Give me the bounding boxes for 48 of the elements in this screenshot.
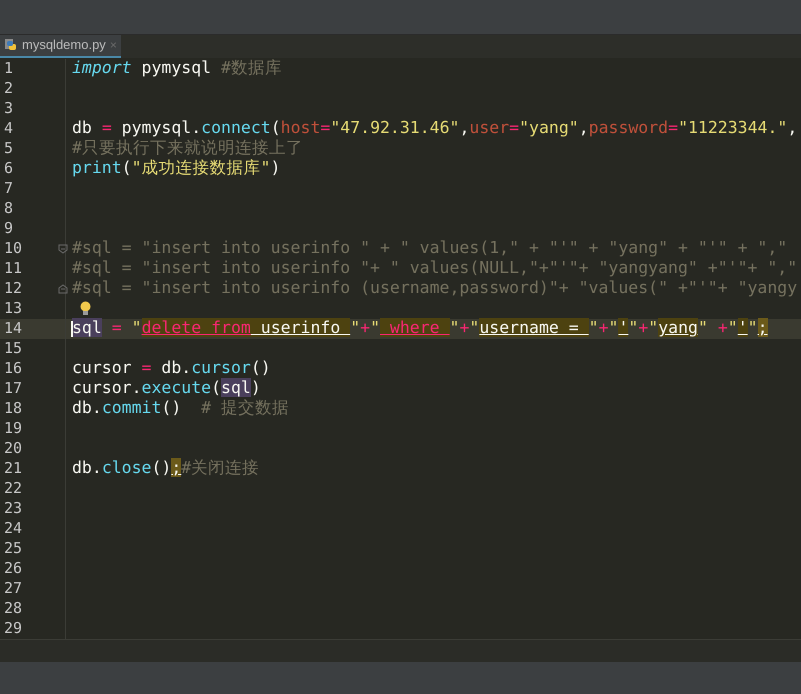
line-number: 8: [3, 198, 14, 220]
code-comment: #只要执行下来就说明连接上了: [72, 137, 303, 159]
line-number: 22: [3, 478, 22, 500]
code-comment: #sql = "insert into userinfo " + " values(1," + "'" + "yang" + "'" + ",": [72, 237, 788, 260]
line-number: 1: [3, 58, 14, 80]
line-number: 6: [3, 158, 14, 180]
line-number: 26: [3, 558, 22, 580]
line-number: 5: [3, 138, 14, 160]
fold-marker-icon[interactable]: [58, 284, 68, 294]
line-number: 15: [3, 338, 22, 360]
line-number: 12: [3, 278, 22, 300]
line-number: 3: [3, 98, 14, 120]
line-number: 13: [3, 298, 22, 320]
line-number: 2: [3, 78, 14, 100]
file-tab[interactable]: mysqldemo.py ×: [0, 34, 121, 58]
code-comment: #sql = "insert into userinfo "+ " values(NULL,"+"'"+ "yangyang" +"'"+ ",": [72, 257, 798, 280]
line-number: 25: [3, 538, 22, 560]
line-number: 16: [3, 358, 22, 380]
line-number: 29: [3, 618, 22, 640]
line-number: 27: [3, 578, 22, 600]
line-number: 24: [3, 518, 22, 540]
line-number: 7: [3, 178, 14, 200]
line-number: 9: [3, 218, 14, 240]
code-text: db.commit() # 提交数据: [72, 397, 290, 420]
line-number: 17: [3, 378, 22, 400]
lightbulb-icon[interactable]: [80, 300, 91, 316]
code-text: sql = "delete from userinfo "+" where "+"username = "+"'"+"yang" +"'";: [72, 317, 768, 340]
line-number: 14: [3, 318, 22, 340]
line-number: 21: [3, 458, 22, 480]
line-number: 20: [3, 438, 22, 460]
text-caret: [71, 320, 73, 336]
line-number: 19: [3, 418, 22, 440]
line-number: 10: [3, 238, 22, 260]
code-comment: #sql = "insert into userinfo (username,password)"+ "values(" +"'"+ "yangy: [72, 277, 798, 300]
code-text: db.close();#关闭连接: [72, 457, 260, 480]
code-text: cursor = db.cursor(): [72, 357, 271, 380]
code-text: print("成功连接数据库"): [72, 157, 280, 180]
python-file-icon: [4, 38, 18, 52]
line-number: 23: [3, 498, 22, 520]
code-text: import pymysql #数据库: [72, 57, 282, 80]
code-text: cursor.execute(sql): [72, 377, 261, 399]
line-number: 28: [3, 598, 22, 620]
code-text: db = pymysql.connect(host="47.92.31.46",user="yang",password="11223344.",: [72, 117, 798, 139]
tab-label: mysqldemo.py: [22, 36, 106, 54]
line-number: 11: [3, 258, 22, 280]
fold-marker-icon[interactable]: [58, 244, 68, 254]
line-number: 18: [3, 398, 22, 420]
line-number: 4: [3, 118, 14, 140]
